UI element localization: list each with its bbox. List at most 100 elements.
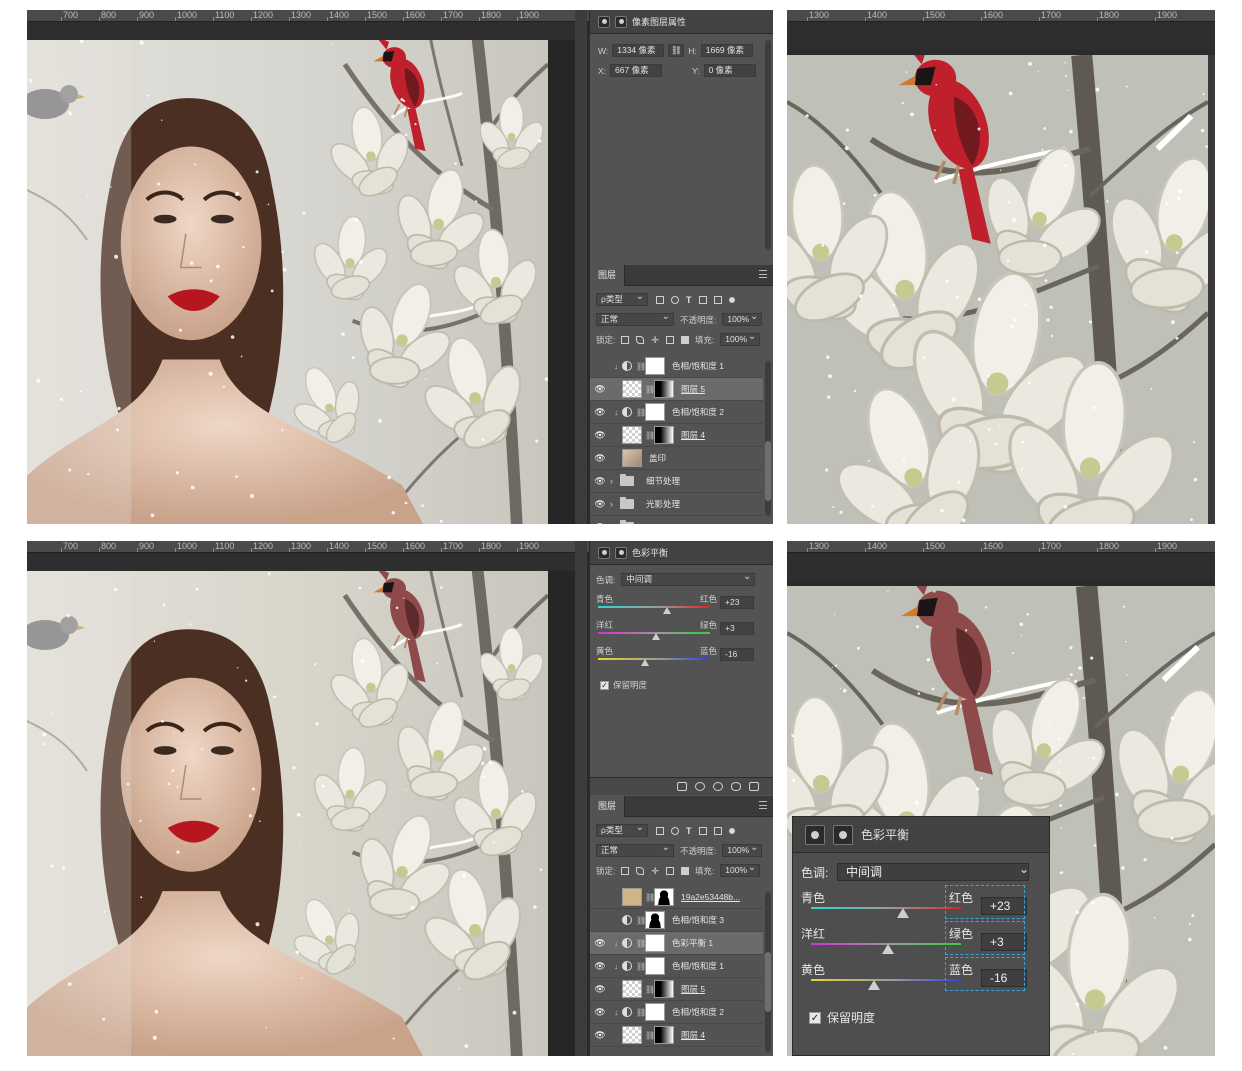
- slider-handle[interactable]: [897, 908, 910, 918]
- reset-icon[interactable]: [713, 782, 723, 791]
- link-icon[interactable]: ⛓: [636, 1008, 646, 1017]
- filter-adjustment-icon[interactable]: [671, 826, 679, 835]
- tone-select[interactable]: 中间调: [621, 571, 756, 586]
- link-icon[interactable]: ⛓: [645, 1031, 655, 1040]
- layer-row[interactable]: 👁 › 光影处理: [590, 493, 763, 516]
- chevron-right-icon[interactable]: ›: [610, 476, 620, 486]
- slider-track[interactable]: [598, 658, 710, 660]
- tab-layers[interactable]: 图层: [590, 795, 626, 817]
- layer-row[interactable]: 👁 ↓ ⛓ 色相/饱和度 1: [590, 955, 763, 978]
- eye-icon[interactable]: 👁: [590, 453, 610, 464]
- slider-handle[interactable]: [868, 980, 880, 990]
- layer-mask-thumbnail[interactable]: [654, 380, 674, 398]
- layer-row[interactable]: 👁 ⛓ 图层 4: [590, 1024, 763, 1047]
- filter-kind-select[interactable]: ρ类型: [596, 291, 648, 306]
- layer-row[interactable]: 👁 ⛓ 19a2e53448b...: [590, 886, 763, 909]
- chevron-right-icon[interactable]: ›: [610, 522, 620, 524]
- chevron-down-icon[interactable]: ⌄: [1019, 862, 1029, 876]
- eye-icon[interactable]: 👁: [590, 384, 610, 395]
- layer-mask-thumbnail[interactable]: [654, 888, 674, 906]
- eye-icon[interactable]: 👁: [590, 407, 610, 418]
- eye-icon[interactable]: 👁: [590, 522, 610, 525]
- eye-icon[interactable]: 👁: [590, 499, 610, 510]
- eye-icon[interactable]: 👁: [590, 361, 610, 372]
- lock-brush-icon[interactable]: [636, 335, 645, 344]
- filter-type-icon[interactable]: T: [686, 295, 692, 304]
- eye-icon[interactable]: 👁: [590, 984, 610, 995]
- layer-mask-thumbnail[interactable]: [645, 357, 665, 375]
- eye-icon[interactable]: 👁: [590, 430, 610, 441]
- layer-mask-thumbnail[interactable]: [645, 957, 665, 975]
- vertical-scrollbar[interactable]: [575, 541, 587, 1056]
- slider-track[interactable]: [598, 606, 710, 608]
- lock-artboard-icon[interactable]: [665, 866, 674, 875]
- layer-row[interactable]: 👁 ⛓ 色相/饱和度 3: [590, 909, 763, 932]
- preserve-luminosity-checkbox[interactable]: ✓: [809, 1011, 821, 1024]
- eye-icon[interactable]: 👁: [590, 1007, 610, 1018]
- lock-transparent-icon[interactable]: [621, 335, 630, 344]
- filter-kind-select[interactable]: ρ类型: [596, 822, 648, 837]
- layer-row[interactable]: 👁 ↓ ⛓ 色相/饱和度 1: [590, 355, 763, 378]
- x-field[interactable]: 667 像素: [610, 64, 663, 77]
- link-icon[interactable]: ⛓: [645, 893, 655, 902]
- eye-icon[interactable]: 👁: [590, 938, 610, 949]
- layer-row[interactable]: 👁 盖印: [590, 447, 763, 470]
- eye-icon[interactable]: [731, 782, 741, 791]
- fill-field[interactable]: 100%: [720, 862, 761, 877]
- height-field[interactable]: 1669 像素: [700, 44, 753, 57]
- slider-handle[interactable]: [651, 633, 660, 640]
- slider-handle[interactable]: [882, 944, 895, 954]
- vertical-scrollbar[interactable]: [575, 10, 587, 524]
- tab-layers[interactable]: 图层: [590, 264, 626, 286]
- lock-move-icon[interactable]: ✛: [651, 335, 659, 344]
- blend-mode-select[interactable]: 正常: [596, 842, 674, 857]
- layer-mask-thumbnail[interactable]: [654, 980, 674, 998]
- mask-icon[interactable]: [615, 546, 627, 559]
- eye-icon[interactable]: 👁: [590, 1030, 610, 1041]
- lock-all-icon[interactable]: [680, 335, 689, 344]
- filter-smart-object-icon[interactable]: [713, 295, 722, 304]
- document-canvas[interactable]: [27, 40, 548, 524]
- slider-value-field[interactable]: -16: [720, 648, 754, 661]
- layers-scroll-thumb[interactable]: [765, 441, 771, 501]
- mask-icon[interactable]: [833, 824, 853, 845]
- opacity-field[interactable]: 100%: [722, 842, 763, 857]
- link-icon[interactable]: ⛓: [645, 385, 655, 394]
- tone-select[interactable]: 中间调: [837, 863, 1029, 881]
- layer-row[interactable]: 👁› F S: [590, 516, 763, 524]
- layer-mask-thumbnail[interactable]: [645, 1003, 665, 1021]
- layer-row[interactable]: 👁 ⛓ 图层 5: [590, 978, 763, 1001]
- link-icon[interactable]: ⛓: [636, 939, 646, 948]
- slider-handle[interactable]: [641, 659, 650, 666]
- properties-scrollbar[interactable]: [765, 40, 771, 250]
- filter-type-icon[interactable]: T: [686, 826, 692, 835]
- eye-icon[interactable]: 👁: [590, 476, 610, 487]
- layer-mask-thumbnail[interactable]: [654, 1026, 674, 1044]
- link-icon[interactable]: ⛓: [645, 985, 655, 994]
- link-icon[interactable]: ⛓: [636, 408, 646, 417]
- blend-mode-select[interactable]: 正常: [596, 311, 674, 326]
- panel-menu-icon[interactable]: [759, 801, 767, 809]
- layers-scroll-thumb[interactable]: [765, 952, 771, 1012]
- lock-move-icon[interactable]: ✛: [651, 866, 659, 875]
- clip-to-layer-icon[interactable]: [677, 782, 687, 791]
- panel-menu-icon[interactable]: [759, 270, 767, 278]
- eye-icon[interactable]: 👁: [590, 961, 610, 972]
- layer-row[interactable]: 👁 › 细节处理: [590, 470, 763, 493]
- view-previous-icon[interactable]: [695, 782, 705, 791]
- layer-row[interactable]: 👁 ↓ ⛓ 色相/饱和度 2: [590, 1001, 763, 1024]
- filter-adjustment-icon[interactable]: [671, 295, 679, 304]
- filter-smart-object-icon[interactable]: [713, 826, 722, 835]
- layer-row[interactable]: 👁 ⛓ 图层 4: [590, 424, 763, 447]
- chevron-right-icon[interactable]: ›: [610, 499, 620, 509]
- eye-icon[interactable]: 👁: [590, 915, 610, 926]
- link-icon[interactable]: ⛓: [636, 916, 646, 925]
- layer-mask-thumbnail[interactable]: [654, 426, 674, 444]
- eye-icon[interactable]: 👁: [590, 892, 610, 903]
- lock-all-icon[interactable]: [680, 866, 689, 875]
- link-icon[interactable]: ⛓: [636, 362, 646, 371]
- layer-row[interactable]: 👁 ↓ ⛓ 色相/饱和度 2: [590, 401, 763, 424]
- mask-icon[interactable]: [615, 15, 627, 28]
- slider-value-field[interactable]: +3: [720, 622, 754, 635]
- vertical-scrollbar[interactable]: [1208, 55, 1215, 524]
